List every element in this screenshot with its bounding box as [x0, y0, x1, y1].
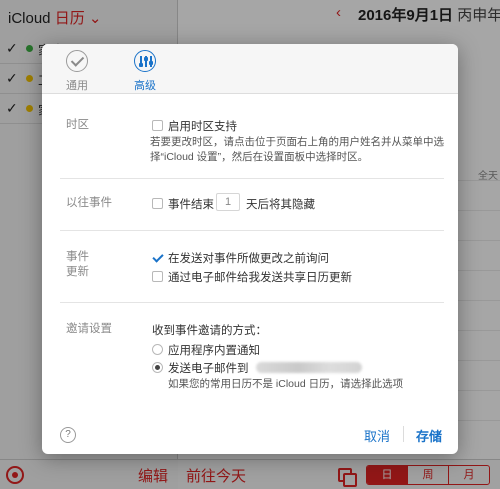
timezone-section: 时区 启用时区支持 若要更改时区，请点击位于页面右上角的用户姓名并从菜单中选 择… [60, 118, 444, 178]
past-events-suffix: 天后将其隐藏 [246, 199, 315, 211]
event-updates-label-line1: 事件 [66, 251, 89, 263]
preferences-tabs: 通用 高级 [42, 44, 458, 94]
divider [403, 426, 404, 442]
email-shared-updates-option: 通过电子邮件给我发送共享日历更新 [168, 272, 352, 284]
timezone-option: 启用时区支持 [168, 121, 237, 133]
past-events-section: 以往事件 事件结束 1 天后将其隐藏 [60, 193, 444, 220]
tab-general[interactable]: 通用 [46, 44, 106, 94]
past-events-label: 以往事件 [66, 197, 112, 209]
redacted-email [256, 362, 362, 373]
divider [60, 230, 444, 231]
preferences-dialog: 通用 高级 时区 启用时区支持 若要更改时区，请点击位于页面右上角的用户姓名并从… [42, 44, 458, 454]
checkmark-circle-icon [66, 50, 88, 72]
timezone-hint-line2: 择“iCloud 设置”，然后在设置面板中选择时区。 [150, 151, 369, 163]
email-invitation-option: 发送电子邮件到 [168, 363, 249, 375]
in-app-notification-option: 应用程序内置通知 [168, 345, 260, 357]
hide-past-events-checkbox[interactable] [152, 198, 163, 209]
in-app-notification-radio[interactable] [152, 344, 163, 355]
invitations-section: 邀请设置 收到事件邀请的方式： 应用程序内置通知 发送电子邮件到 如果您的常用日… [60, 322, 444, 392]
email-shared-updates-checkbox[interactable] [152, 271, 163, 282]
help-icon[interactable]: ? [60, 427, 76, 443]
event-updates-label: 事件 更新 [66, 250, 89, 280]
email-invitation-radio[interactable] [152, 362, 163, 373]
dialog-footer: ? 取消 存储 [42, 414, 458, 454]
divider [60, 178, 444, 179]
event-updates-label-line2: 更新 [66, 266, 89, 278]
invitations-label: 邀请设置 [66, 323, 112, 335]
invitations-prompt: 收到事件邀请的方式： [152, 325, 267, 337]
ask-before-sending-checkbox[interactable] [152, 252, 163, 263]
cancel-button[interactable]: 取消 [364, 426, 390, 445]
past-events-option: 事件结束 [168, 199, 214, 211]
hide-days-input[interactable]: 1 [216, 193, 240, 211]
tab-advanced[interactable]: 高级 [114, 44, 174, 94]
sliders-icon [134, 50, 156, 72]
divider [60, 302, 444, 303]
invitations-hint: 如果您的常用日历不是 iCloud 日历，请选择此选项 [168, 378, 404, 390]
timezone-hint-line1: 若要更改时区，请点击位于页面右上角的用户姓名并从菜单中选 [150, 136, 444, 148]
event-updates-section: 事件 更新 在发送对事件所做更改之前询问 通过电子邮件给我发送共享日历更新 [60, 250, 444, 290]
tab-general-label: 通用 [66, 80, 88, 92]
save-button[interactable]: 存储 [416, 426, 442, 445]
ask-before-sending-option: 在发送对事件所做更改之前询问 [168, 253, 329, 265]
timezone-checkbox[interactable] [152, 120, 163, 131]
timezone-label: 时区 [66, 119, 89, 131]
tab-advanced-label: 高级 [134, 80, 156, 92]
